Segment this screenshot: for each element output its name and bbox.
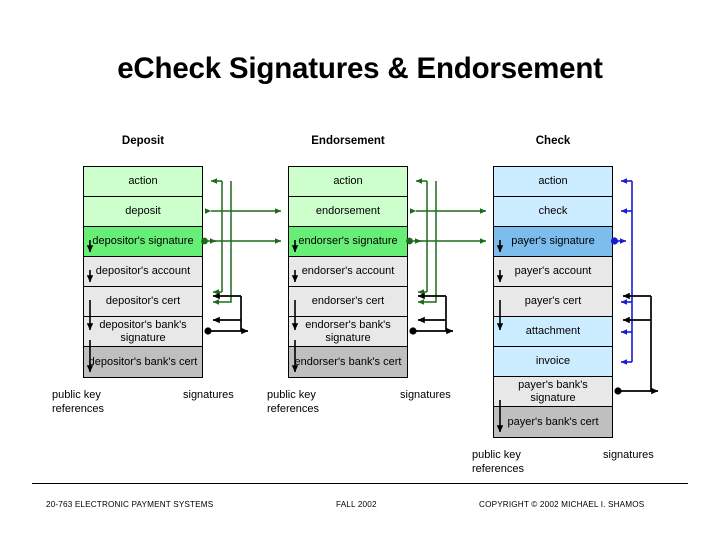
endorsement-row-endorsement[interactable]: endorsement — [289, 197, 407, 227]
check-row-check[interactable]: check — [494, 197, 612, 227]
deposit-bank-signature-wires — [204, 292, 249, 335]
row-label: deposit — [125, 205, 161, 217]
endorsement-row-endorsers-signature[interactable]: endorser's signature — [289, 227, 407, 257]
check-row-payers-signature[interactable]: payer's signature — [494, 227, 612, 257]
row-label: endorser's bank's cert — [294, 355, 402, 368]
deposit-endorsement-link — [204, 208, 282, 244]
row-label: payer's bank's signature — [518, 378, 588, 404]
check-row-payers-cert[interactable]: payer's cert — [494, 287, 612, 317]
column-header-check: Check — [535, 135, 571, 147]
footer-term: FALL 2002 — [336, 500, 377, 509]
row-label: depositor's bank's signature — [99, 318, 187, 344]
endorsement-row-action[interactable]: action — [289, 167, 407, 197]
check-signatures-label: signatures — [603, 449, 654, 461]
check-row-payers-banks-cert[interactable]: payer's bank's cert — [494, 407, 612, 437]
row-label: payer's bank's cert — [507, 415, 599, 428]
row-label: action — [128, 175, 158, 187]
check-row-invoice[interactable]: invoice — [494, 347, 612, 377]
row-label: endorser's cert — [311, 295, 385, 307]
row-label: payer's account — [514, 265, 592, 277]
check-row-payers-banks-signature[interactable]: payer's bank's signature — [494, 377, 612, 407]
footer-copyright: COPYRIGHT © 2002 MICHAEL I. SHAMOS — [479, 500, 645, 509]
endorsement-signature-wires — [406, 178, 437, 305]
column-header-endorsement: Endorsement — [311, 135, 385, 147]
row-label: depositor's bank's cert — [88, 355, 198, 368]
deposit-signatures-label: signatures — [183, 389, 234, 401]
check-signature-wires — [610, 178, 633, 365]
row-label: endorser's bank's signature — [305, 318, 391, 344]
row-label: payer's cert — [524, 295, 582, 307]
row-label: depositor's signature — [92, 235, 194, 247]
footer-divider — [32, 483, 688, 484]
slide-canvas: eCheck Signatures & Endorsement Deposit … — [0, 0, 720, 540]
row-label: payer's signature — [511, 235, 595, 247]
row-label: endorsement — [315, 205, 381, 217]
check-row-action[interactable]: action — [494, 167, 612, 197]
deposit-row-action[interactable]: action — [84, 167, 202, 197]
deposit-row-depositors-banks-cert[interactable]: depositor's bank's cert — [84, 347, 202, 377]
deposit-stack: action deposit depositor's signature dep… — [83, 166, 203, 378]
row-label: action — [333, 175, 363, 187]
row-label: depositor's cert — [105, 295, 181, 307]
endorsement-row-endorsers-banks-cert[interactable]: endorser's bank's cert — [289, 347, 407, 377]
footer-course: 20-763 ELECTRONIC PAYMENT SYSTEMS — [46, 500, 214, 509]
endorsement-bank-signature-wires — [409, 292, 454, 335]
deposit-row-deposit[interactable]: deposit — [84, 197, 202, 227]
endorsement-stack: action endorsement endorser's signature … — [288, 166, 408, 378]
check-row-payers-account[interactable]: payer's account — [494, 257, 612, 287]
row-label: depositor's account — [95, 265, 191, 277]
row-label: attachment — [525, 325, 581, 337]
endorsement-signatures-label: signatures — [400, 389, 451, 401]
deposit-row-depositors-signature[interactable]: depositor's signature — [84, 227, 202, 257]
deposit-row-depositors-account[interactable]: depositor's account — [84, 257, 202, 287]
row-label: check — [538, 205, 568, 217]
check-public-key-references-label: public key references — [472, 449, 524, 475]
deposit-public-key-references-label: public key references — [52, 389, 104, 415]
row-label: invoice — [535, 355, 571, 367]
page-title: eCheck Signatures & Endorsement — [117, 52, 603, 85]
deposit-signature-wires — [201, 178, 232, 305]
row-label: endorser's account — [301, 265, 395, 277]
row-label: action — [538, 175, 568, 187]
check-bank-signature-wires — [614, 292, 659, 395]
deposit-row-depositors-cert[interactable]: depositor's cert — [84, 287, 202, 317]
endorsement-row-endorsers-banks-signature[interactable]: endorser's bank's signature — [289, 317, 407, 347]
endorsement-row-endorsers-cert[interactable]: endorser's cert — [289, 287, 407, 317]
endorsement-row-endorsers-account[interactable]: endorser's account — [289, 257, 407, 287]
row-label: endorser's signature — [298, 235, 398, 247]
check-row-attachment[interactable]: attachment — [494, 317, 612, 347]
deposit-row-depositors-banks-signature[interactable]: depositor's bank's signature — [84, 317, 202, 347]
check-stack: action check payer's signature payer's a… — [493, 166, 613, 438]
endorsement-public-key-references-label: public key references — [267, 389, 319, 415]
column-header-deposit: Deposit — [121, 135, 165, 147]
endorsement-check-link — [409, 208, 487, 244]
